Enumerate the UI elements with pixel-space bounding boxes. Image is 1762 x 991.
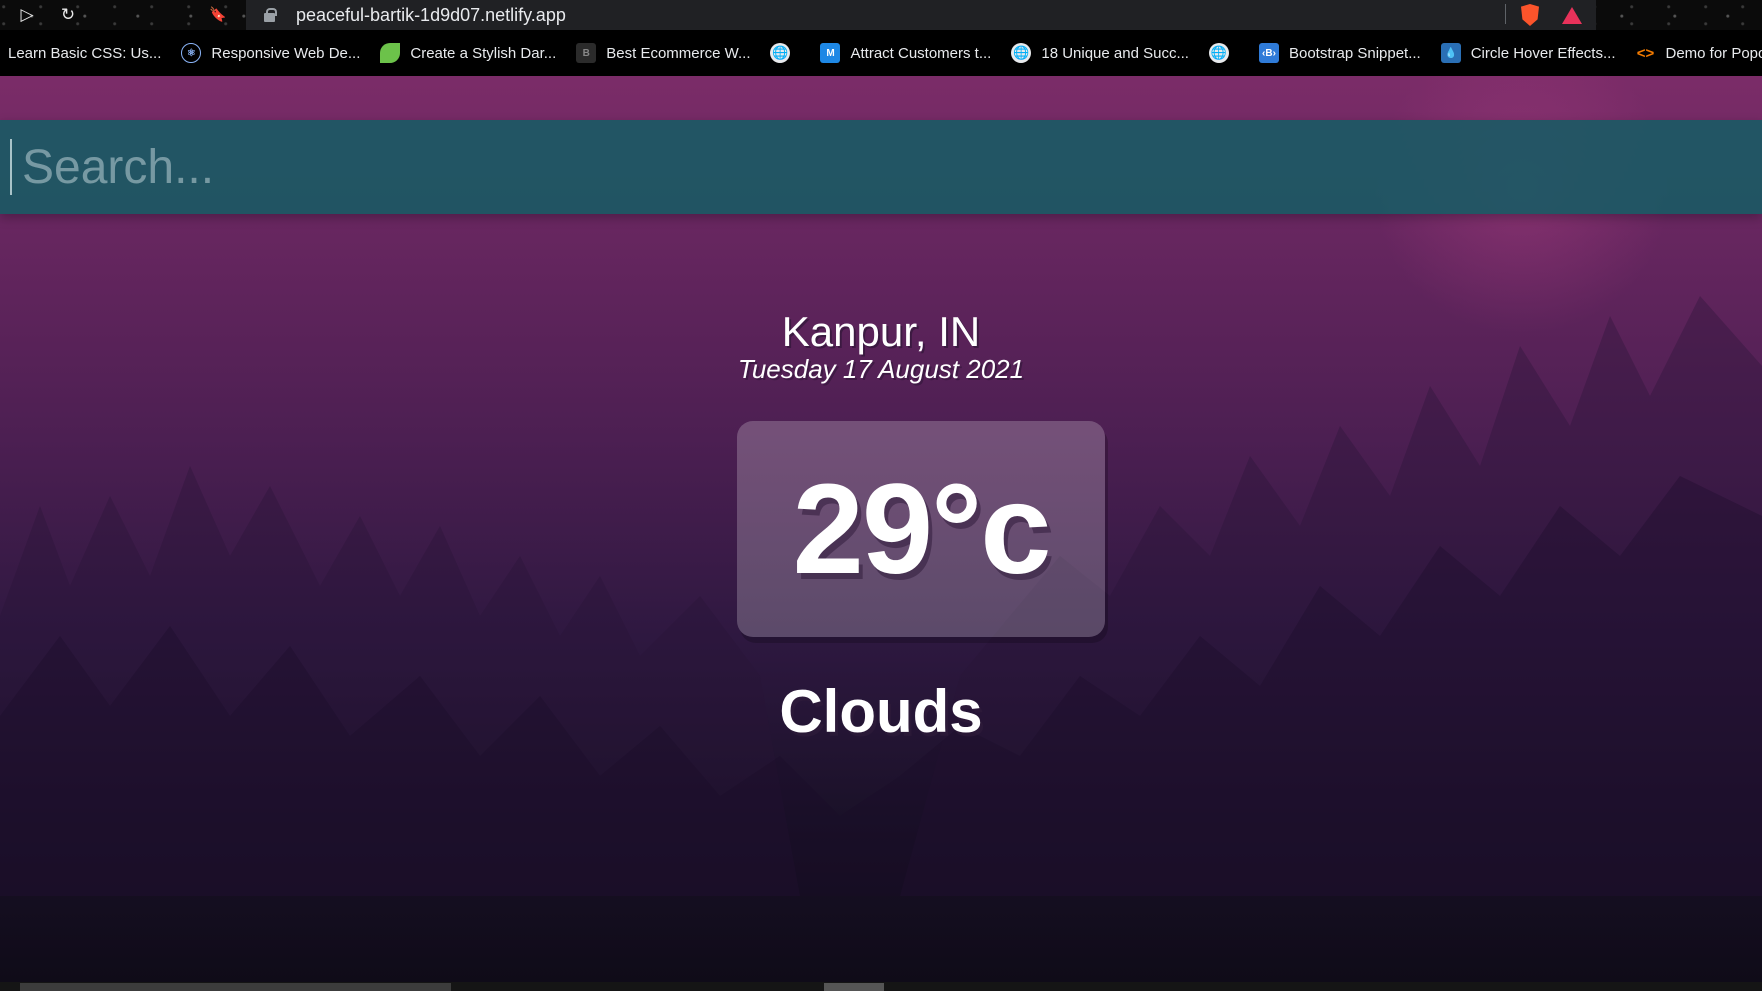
bookmark-favicon-icon: M [820,43,841,63]
address-bar[interactable]: peaceful-bartik-1d9d07.netlify.app [246,0,1596,30]
globe-icon: 🌐 [1208,43,1229,63]
bookmark-label: Circle Hover Effects... [1470,44,1616,62]
bookmark-item[interactable]: ⚛ Responsive Web De... [181,43,360,63]
bookmark-label: Bootstrap Snippet... [1288,44,1421,62]
bookmark-icon[interactable]: 🔖 [205,2,231,28]
bookmark-item[interactable]: M Attract Customers t... [820,43,991,63]
toolbar-divider [1505,4,1506,24]
brave-rewards-icon[interactable] [1559,2,1585,28]
browser-toolbar: ▷ ↻ 🔖 peaceful-bartik-1d9d07.netlify.app [0,0,1762,30]
scrollbar-thumb[interactable] [20,983,451,991]
bookmark-item[interactable]: ‹B› Bootstrap Snippet... [1258,43,1421,63]
url-text[interactable]: peaceful-bartik-1d9d07.netlify.app [296,5,566,26]
lock-icon [262,0,280,30]
globe-icon: 🌐 [770,43,791,63]
horizontal-scrollbar[interactable] [0,982,1762,991]
play-icon[interactable]: ▷ [14,2,40,28]
search-input[interactable] [10,139,1762,195]
bookmark-label: Demo for Popout D... [1665,44,1762,62]
bookmark-item[interactable]: 🌐 [1208,43,1239,63]
bookmark-label: Responsive Web De... [211,44,361,62]
bookmark-favicon-icon: B [576,43,597,63]
bookmark-item[interactable]: <> Demo for Popout D... [1635,43,1762,63]
reload-icon[interactable]: ↻ [55,2,81,28]
search-bar [0,120,1762,214]
bookmark-item[interactable]: 💧 Circle Hover Effects... [1440,43,1616,63]
bookmark-label: Create a Stylish Dar... [410,44,557,62]
weather-app: Kanpur, IN Tuesday 17 August 2021 29°c C… [0,76,1762,982]
bookmark-label: Attract Customers t... [850,44,992,62]
temperature-card: 29°c [737,421,1105,637]
brave-shield-icon[interactable] [1517,2,1543,28]
bookmark-favicon-icon [380,43,401,63]
temperature-value: 29°c [792,457,1052,601]
scrollbar-marker [824,983,884,991]
bookmark-favicon-icon: 💧 [1440,43,1461,63]
bookmark-item[interactable]: 🌐 [770,43,800,63]
location-label: Kanpur, IN [781,308,981,355]
bookmark-label: Best Ecommerce W... [606,44,751,62]
bookmark-item[interactable]: Learn Basic CSS: Us... [8,45,161,62]
bookmark-favicon-icon: ‹B› [1258,43,1279,63]
bookmark-item[interactable]: B Best Ecommerce W... [576,43,750,63]
bookmark-label: 18 Unique and Succ... [1041,44,1189,62]
date-label: Tuesday 17 August 2021 [737,354,1025,384]
bookmark-favicon-icon: ⚛ [181,43,202,63]
bookmark-favicon-icon: <> [1636,44,1655,62]
bookmark-item[interactable]: 🌐 18 Unique and Succ... [1011,43,1189,63]
globe-icon: 🌐 [1011,43,1032,63]
bookmarks-bar: Learn Basic CSS: Us... ⚛ Responsive Web De… [0,30,1762,76]
bookmark-item[interactable]: Create a Stylish Dar... [380,43,556,63]
weather-condition: Clouds [779,678,983,745]
bookmark-label: Learn Basic CSS: Us... [8,44,162,62]
